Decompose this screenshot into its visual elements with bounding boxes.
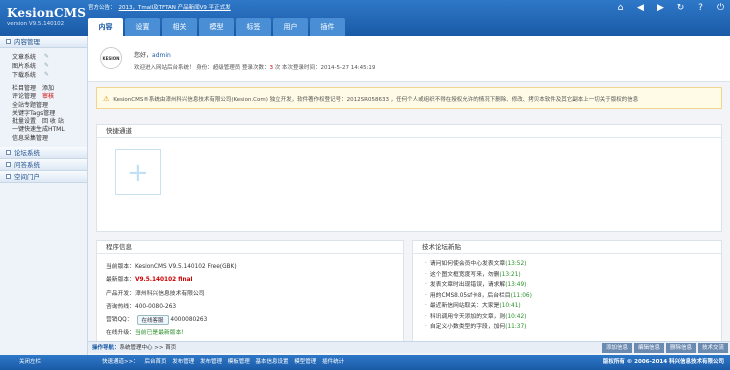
footer-link[interactable]: 基本信息设置 xyxy=(256,359,289,365)
online-service-button[interactable]: 在线客服 xyxy=(136,314,169,325)
sidebar-item-image[interactable]: 图片系统 ✎ xyxy=(12,61,87,70)
qq-row: 营销QQ： 在线客服 4000080263 xyxy=(106,314,403,327)
bottom-bar: 关闭左栏 快速通道>>： 后台首页 发布管理 发布管理 模板管理 基本信息设置 … xyxy=(0,355,730,370)
list-item[interactable]: 这个图文框宽度写来，勿删(13:21) xyxy=(425,270,721,281)
close-sidebar-button[interactable]: 关闭左栏 xyxy=(19,355,41,370)
current-version-row: 当前版本：KesionCMS V9.5.140102 Free(GBK) xyxy=(106,264,237,270)
refresh-icon[interactable]: ↻ xyxy=(676,4,685,13)
version-label: version V9.5.140102 xyxy=(7,21,65,27)
action-buttons: 添加信息 编辑信息 删除信息 技术交流 xyxy=(601,343,728,353)
edit-info-button[interactable]: 编辑信息 xyxy=(633,343,664,353)
sidebar-section-content[interactable]: 内容管理 xyxy=(0,36,87,48)
plus-icon: + xyxy=(127,158,149,188)
sidebar-link[interactable]: 一键快速生成HTML xyxy=(12,126,65,133)
copyright-warning: ⚠ KesionCMS®系统由漳州科兴信息技术有限公司(Kesion.Com) 独… xyxy=(96,87,722,109)
role: 超级管理员 xyxy=(212,65,241,71)
edit-icon[interactable]: ✎ xyxy=(44,71,49,78)
sidebar-link[interactable]: 关键字Tags管理 xyxy=(12,110,55,117)
latest-version-row: 最新版本：V9.5.140102 final xyxy=(106,277,193,284)
collapse-icon xyxy=(6,39,11,44)
list-item[interactable]: 科讯调用令天添加的文章，则(10:42) xyxy=(425,312,721,323)
breadcrumb: 操作导航：系统管理中心 >> 首页 添加信息 编辑信息 删除信息 技术交流 xyxy=(88,341,730,353)
program-info-panel: 程序信息 当前版本：KesionCMS V9.5.140102 Free(GBK… xyxy=(96,240,404,352)
sidebar-section-space[interactable]: 空间门户 xyxy=(0,171,87,184)
forum-posts-panel: 技术论坛新贴 请问如何使会员中心发表文章(13:52) 这个图文框宽度写来，勿删… xyxy=(412,240,722,352)
logo: KesionCMS xyxy=(7,6,87,20)
expand-icon xyxy=(6,174,11,180)
tab-users[interactable]: 用户 xyxy=(273,18,308,36)
panel-title: 技术论坛新贴 xyxy=(413,241,721,254)
avatar: KESION xyxy=(100,47,122,69)
power-icon[interactable]: ⏻ xyxy=(716,4,725,13)
edit-icon[interactable]: ✎ xyxy=(44,53,49,60)
sidebar-link[interactable]: 栏目管理 xyxy=(12,85,36,92)
sidebar-item-download[interactable]: 下载系统 ✎ xyxy=(12,70,87,79)
tab-tags[interactable]: 标签 xyxy=(236,18,271,36)
help-icon[interactable]: ? xyxy=(696,4,705,13)
quick-access-panel: 快捷通道 + xyxy=(96,124,722,232)
expand-icon xyxy=(6,150,11,156)
announcement-link[interactable]: 2013，Tmall及TFTAN 产品新闻V9 平正式发 xyxy=(119,5,231,11)
sidebar-link[interactable]: 全站专题管理 xyxy=(12,102,48,109)
home-icon[interactable]: ⌂ xyxy=(616,4,625,13)
sidebar-systems: 文章系统 ✎ 图片系统 ✎ 下载系统 ✎ xyxy=(0,48,87,83)
list-item[interactable]: 请问如何使会员中心发表文章(13:52) xyxy=(425,259,721,270)
warning-icon: ⚠ xyxy=(103,95,110,103)
tab-model[interactable]: 模型 xyxy=(199,18,234,36)
sidebar-link[interactable]: 审核 xyxy=(42,93,54,100)
panel-title: 快捷通道 xyxy=(97,125,721,138)
footer-link[interactable]: 插件统计 xyxy=(322,359,344,365)
footer-link[interactable]: 发布管理 xyxy=(172,359,194,365)
footer-link[interactable]: 发布管理 xyxy=(200,359,222,365)
sidebar: 内容管理 文章系统 ✎ 图片系统 ✎ 下载系统 ✎ 栏目管理 添加 评论管理 审核 全站专… xyxy=(0,36,88,356)
expand-icon xyxy=(6,162,11,168)
tab-content[interactable]: 内容 xyxy=(88,18,123,36)
developer-row: 产品开发：漳州科兴信息技术有限公司 xyxy=(106,290,205,297)
back-icon[interactable]: ◀ xyxy=(636,4,645,13)
username: admin xyxy=(152,52,171,59)
sidebar-link[interactable]: 信息采集管理 xyxy=(12,135,48,142)
sidebar-item-article[interactable]: 文章系统 ✎ xyxy=(12,52,87,61)
main-tabs: 内容 设置 相关 模型 标签 用户 插件 xyxy=(88,18,345,36)
list-item[interactable]: 发表文章时出现错误，请求解(13:49) xyxy=(425,280,721,291)
forward-icon[interactable]: ▶ xyxy=(656,4,665,13)
upgrade-row: 在线升级：当前已是最新版本! xyxy=(106,330,184,337)
sidebar-link[interactable]: 回 收 站 xyxy=(42,118,64,125)
sidebar-link[interactable]: 评论管理 xyxy=(12,93,36,100)
delete-info-button[interactable]: 删除信息 xyxy=(665,343,696,353)
footer-link[interactable]: 模板管理 xyxy=(228,359,250,365)
sidebar-link[interactable]: 批量设置 xyxy=(12,118,36,125)
login-info: 欢迎进入网站后台系统！ 身份：超级管理员 登录次数：3 次 本次登录时间：201… xyxy=(134,65,376,71)
announcement: 官方公告： 2013，Tmall及TFTAN 产品新闻V9 平正式发 xyxy=(88,3,231,11)
sidebar-section-qa[interactable]: 问答系统 xyxy=(0,159,87,172)
footer-link[interactable]: 后台首页 xyxy=(144,359,166,365)
quick-links: 快速通道>>： 后台首页 发布管理 发布管理 模板管理 基本信息设置 模型管理 … xyxy=(102,359,345,365)
tab-related[interactable]: 相关 xyxy=(162,18,197,36)
hotline-row: 咨询热线：400-0080-263 xyxy=(106,303,177,310)
list-item[interactable]: 用的CMS8.05sf卡8，后台栏目(11:06) xyxy=(425,291,721,302)
edit-icon[interactable]: ✎ xyxy=(44,62,49,69)
footer-link[interactable]: 模型管理 xyxy=(294,359,316,365)
greeting: 您好，admin xyxy=(134,52,171,59)
sidebar-links: 栏目管理 添加 评论管理 审核 全站专题管理 关键字Tags管理 批量设置回 收 站… xyxy=(0,83,87,143)
sidebar-section-forum[interactable]: 论坛系统 xyxy=(0,147,87,160)
top-bar: KesionCMS version V9.5.140102 官方公告： 2013，… xyxy=(0,0,730,36)
list-item[interactable]: 自定义小数类型的字段，加何(11:37) xyxy=(425,322,721,333)
tab-settings[interactable]: 设置 xyxy=(125,18,160,36)
announcement-label: 官方公告： xyxy=(88,5,116,11)
add-info-button[interactable]: 添加信息 xyxy=(601,343,632,353)
sidebar-link[interactable]: 添加 xyxy=(42,85,54,92)
top-icons: ⌂ ◀ ▶ ↻ ? ⏻ xyxy=(616,4,725,13)
main-content: KESION 您好，admin 欢迎进入网站后台系统！ 身份：超级管理员 登录次… xyxy=(88,36,730,354)
tab-plugins[interactable]: 插件 xyxy=(310,18,345,36)
add-shortcut-button[interactable]: + xyxy=(115,149,161,195)
panel-title: 程序信息 xyxy=(97,241,403,254)
tech-exchange-button[interactable]: 技术交流 xyxy=(697,343,728,353)
welcome-panel: KESION 您好，admin 欢迎进入网站后台系统！ 身份：超级管理员 登录次… xyxy=(88,36,730,82)
list-item[interactable]: 最近新信网站取关：大家是(10:41) xyxy=(425,301,721,312)
copyright: 版权所有 © 2006-2014 科兴信息技术有限公司 xyxy=(602,359,724,365)
